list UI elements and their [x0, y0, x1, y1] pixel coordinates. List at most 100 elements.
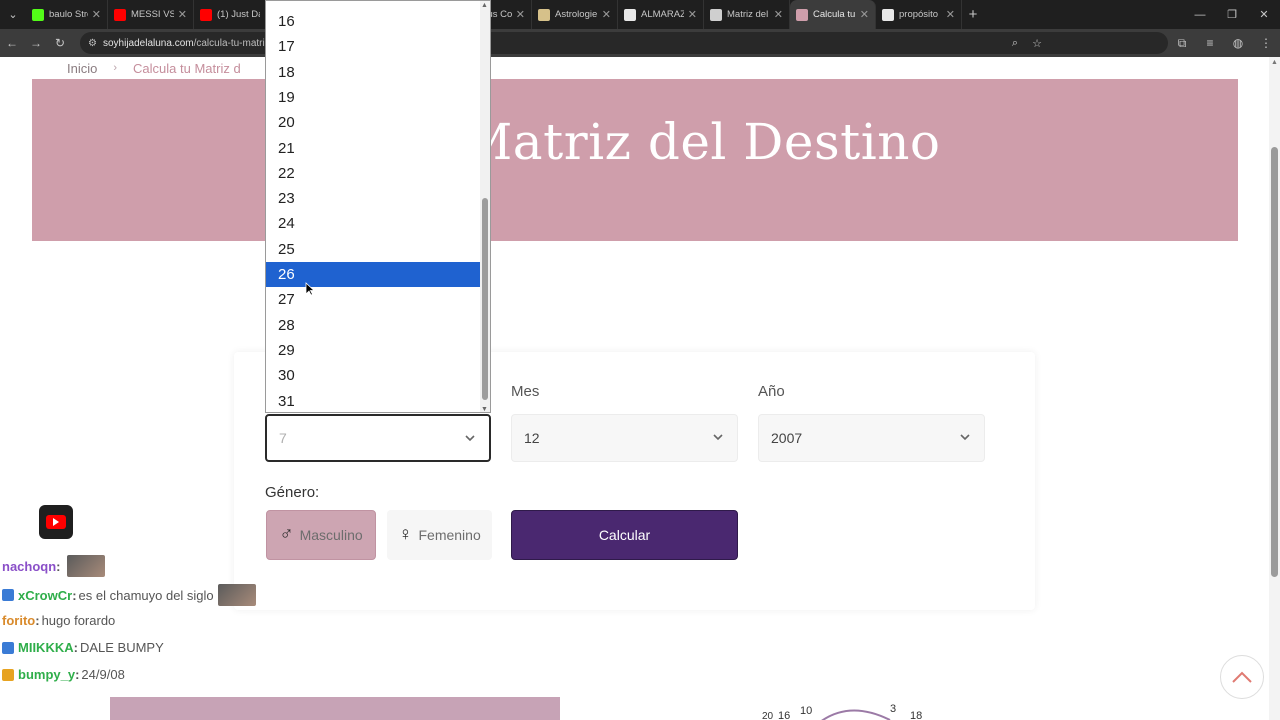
- window-controls: — ❐ ✕: [1184, 0, 1280, 29]
- day-option[interactable]: 20: [266, 110, 481, 135]
- scroll-up-arrow-icon[interactable]: ▲: [1271, 59, 1278, 66]
- reload-icon[interactable]: ↻: [48, 29, 72, 57]
- browser-tools: ⧉ ≡ ◍ ⋮: [1168, 29, 1280, 57]
- day-select-value: 7: [279, 430, 287, 446]
- day-option[interactable]: 23: [266, 186, 481, 211]
- chat-badge-icon: [2, 589, 14, 601]
- tab-favicon-icon: [32, 8, 44, 21]
- breadcrumb: Inicio › Calcula tu Matriz d: [47, 57, 1172, 79]
- chat-message: nachoqn:: [2, 555, 105, 577]
- day-option[interactable]: 28: [266, 313, 481, 338]
- restore-icon[interactable]: ❐: [1216, 0, 1248, 29]
- tab-close-icon[interactable]: ✕: [92, 8, 101, 21]
- day-option[interactable]: 21: [266, 136, 481, 161]
- calculate-button[interactable]: Calcular: [511, 510, 738, 560]
- tab-title: MESSI VS.: [131, 9, 174, 20]
- tab-favicon-icon: [114, 8, 126, 21]
- chart-number: 20: [762, 711, 774, 720]
- media-icon[interactable]: ≡: [1196, 36, 1224, 50]
- minimize-icon[interactable]: —: [1184, 0, 1216, 29]
- month-select[interactable]: 12: [511, 414, 738, 462]
- back-icon[interactable]: ←: [0, 29, 24, 57]
- bookmark-star-icon[interactable]: ☆: [1026, 37, 1048, 50]
- tab-close-icon[interactable]: ✕: [516, 8, 525, 21]
- chevron-down-icon: [465, 435, 475, 442]
- youtube-icon: [39, 505, 73, 539]
- chat-username: forito: [2, 613, 36, 628]
- chat-username: bumpy_y: [18, 667, 76, 682]
- dropdown-scroll-up-icon[interactable]: ▲: [481, 2, 488, 9]
- tab-favicon-icon: [882, 8, 894, 21]
- chat-separator: :: [72, 587, 77, 603]
- male-button[interactable]: ♂ Masculino: [266, 510, 376, 560]
- site-info-icon[interactable]: ⚙: [88, 38, 97, 49]
- scroll-to-top-button[interactable]: [1220, 655, 1264, 699]
- day-option[interactable]: 18: [266, 60, 481, 85]
- browser-tab[interactable]: baulo Stre ✕: [26, 0, 108, 29]
- chart-number: 18: [910, 710, 922, 720]
- dropdown-scrollbar[interactable]: ▲ ▼: [480, 1, 490, 412]
- profile-icon[interactable]: ◍: [1224, 36, 1252, 50]
- day-option[interactable]: 17: [266, 34, 481, 59]
- chat-message: xCrowCr: es el chamuyo del siglo: [2, 584, 256, 606]
- url-bar[interactable]: ⚙ soyhijadelaluna.com /calcula-tu-matriz…: [80, 32, 1168, 54]
- tab-favicon-icon: [796, 8, 808, 21]
- female-button[interactable]: ♀ Femenino: [387, 510, 492, 560]
- browser-tab[interactable]: MESSI VS. ✕: [108, 0, 194, 29]
- chat-separator: :: [35, 613, 40, 628]
- chart-number: 10: [800, 705, 812, 717]
- day-option[interactable]: 24: [266, 211, 481, 236]
- day-option[interactable]: 29: [266, 338, 481, 363]
- dropdown-scrollbar-thumb[interactable]: [482, 198, 488, 400]
- day-option[interactable]: 31: [266, 389, 481, 413]
- chat-text: 24/9/08: [81, 667, 125, 682]
- chat-text: es el chamuyo del siglo: [78, 587, 214, 603]
- tab-title: baulo Stre: [49, 9, 88, 20]
- chat-badge-icon: [2, 641, 14, 654]
- chart-number: 16: [778, 710, 790, 720]
- matrix-chart-fragment: 20 16 10 3 18: [762, 703, 922, 720]
- day-option[interactable]: 25: [266, 237, 481, 262]
- tab-search-icon[interactable]: ⌄: [0, 0, 26, 29]
- breadcrumb-separator-icon: ›: [113, 62, 118, 74]
- close-window-icon[interactable]: ✕: [1248, 0, 1280, 29]
- page-scrollbar[interactable]: ▲: [1269, 57, 1280, 720]
- chat-emote-image: [217, 584, 256, 606]
- breadcrumb-home-link[interactable]: Inicio: [67, 61, 97, 76]
- day-option[interactable]: 30: [266, 363, 481, 388]
- zoom-icon[interactable]: ⌕: [1004, 37, 1026, 50]
- dropdown-scroll-down-icon[interactable]: ▼: [481, 406, 488, 412]
- female-symbol-icon: ♀: [398, 524, 413, 545]
- page-scrollbar-thumb[interactable]: [1271, 147, 1278, 577]
- tab-close-icon[interactable]: ✕: [860, 8, 869, 21]
- tab-close-icon[interactable]: ✕: [178, 8, 187, 21]
- browser-tab[interactable]: propósito ✕: [876, 0, 962, 29]
- tab-close-icon[interactable]: ✕: [602, 8, 611, 21]
- day-dropdown-list[interactable]: 16 17 18 19 20 21 22 23 24 25 26 27 28 29 30 31 ▲ ▼: [265, 0, 491, 413]
- year-select[interactable]: 2007: [758, 414, 985, 462]
- day-option[interactable]: 16: [266, 9, 481, 34]
- browser-tab[interactable]: Astrologie ✕: [532, 0, 618, 29]
- matrix-chart-curve: [821, 709, 891, 720]
- day-option[interactable]: 19: [266, 85, 481, 110]
- extensions-icon[interactable]: ⧉: [1168, 36, 1196, 51]
- day-option[interactable]: 26: [266, 262, 481, 287]
- chevron-up-icon: [1232, 671, 1252, 683]
- browser-tab[interactable]: Calcula tu ✕: [790, 0, 876, 29]
- tab-close-icon[interactable]: ✕: [688, 8, 697, 21]
- tab-title: ALMARAZ: [641, 9, 684, 20]
- chat-text: hugo forardo: [41, 613, 116, 628]
- browser-tab[interactable]: Matriz del ✕: [704, 0, 790, 29]
- browser-tab[interactable]: ALMARAZ ✕: [618, 0, 704, 29]
- day-option[interactable]: 22: [266, 161, 481, 186]
- chat-username: xCrowCr: [18, 587, 73, 603]
- tab-close-icon[interactable]: ✕: [774, 8, 783, 21]
- forward-icon[interactable]: →: [24, 29, 48, 57]
- tab-favicon-icon: [200, 8, 212, 21]
- day-select[interactable]: 7: [265, 414, 491, 462]
- tab-close-icon[interactable]: ✕: [946, 8, 955, 21]
- menu-icon[interactable]: ⋮: [1252, 36, 1280, 50]
- chat-message: MIIKKKA: DALE BUMPY: [2, 640, 164, 655]
- new-tab-button[interactable]: +: [962, 6, 984, 23]
- day-option[interactable]: 27: [266, 287, 481, 312]
